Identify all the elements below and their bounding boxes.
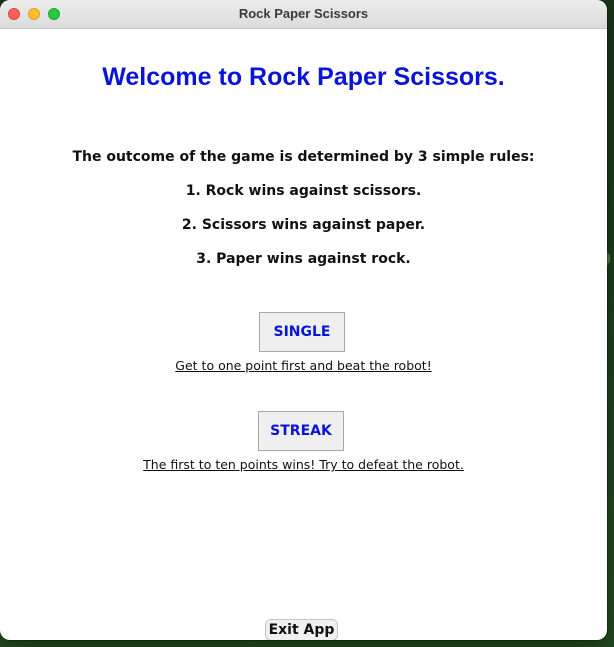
- app-window: Rock Paper Scissors Welcome to Rock Pape…: [0, 0, 607, 640]
- title-bar: Rock Paper Scissors: [0, 0, 607, 29]
- rule-2: 2. Scissors wins against paper.: [181, 217, 426, 233]
- window-title: Rock Paper Scissors: [238, 6, 369, 21]
- exit-app-button[interactable]: Exit App: [265, 619, 338, 640]
- single-mode-button[interactable]: SINGLE: [259, 312, 345, 352]
- streak-mode-button[interactable]: STREAK: [258, 411, 344, 451]
- single-mode-description: Get to one point first and beat the robo…: [175, 358, 432, 373]
- welcome-heading: Welcome to Rock Paper Scissors.: [102, 63, 505, 91]
- rules-intro: The outcome of the game is determined by…: [72, 149, 535, 165]
- main-content: Welcome to Rock Paper Scissors. The outc…: [0, 29, 607, 640]
- rule-3: 3. Paper wins against rock.: [196, 251, 411, 267]
- rule-1: 1. Rock wins against scissors.: [185, 183, 422, 199]
- streak-mode-description: The first to ten points wins! Try to def…: [143, 457, 464, 472]
